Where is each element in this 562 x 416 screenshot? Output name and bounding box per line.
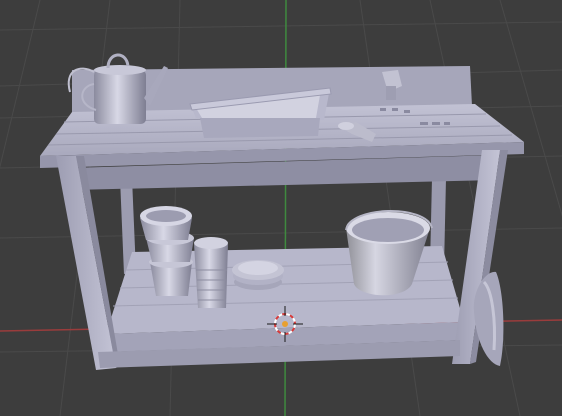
3d-viewport[interactable] — [0, 0, 562, 416]
plate-stack[interactable] — [232, 260, 284, 290]
viewport-scene[interactable] — [0, 0, 562, 416]
tall-pot-stack[interactable] — [194, 237, 228, 308]
